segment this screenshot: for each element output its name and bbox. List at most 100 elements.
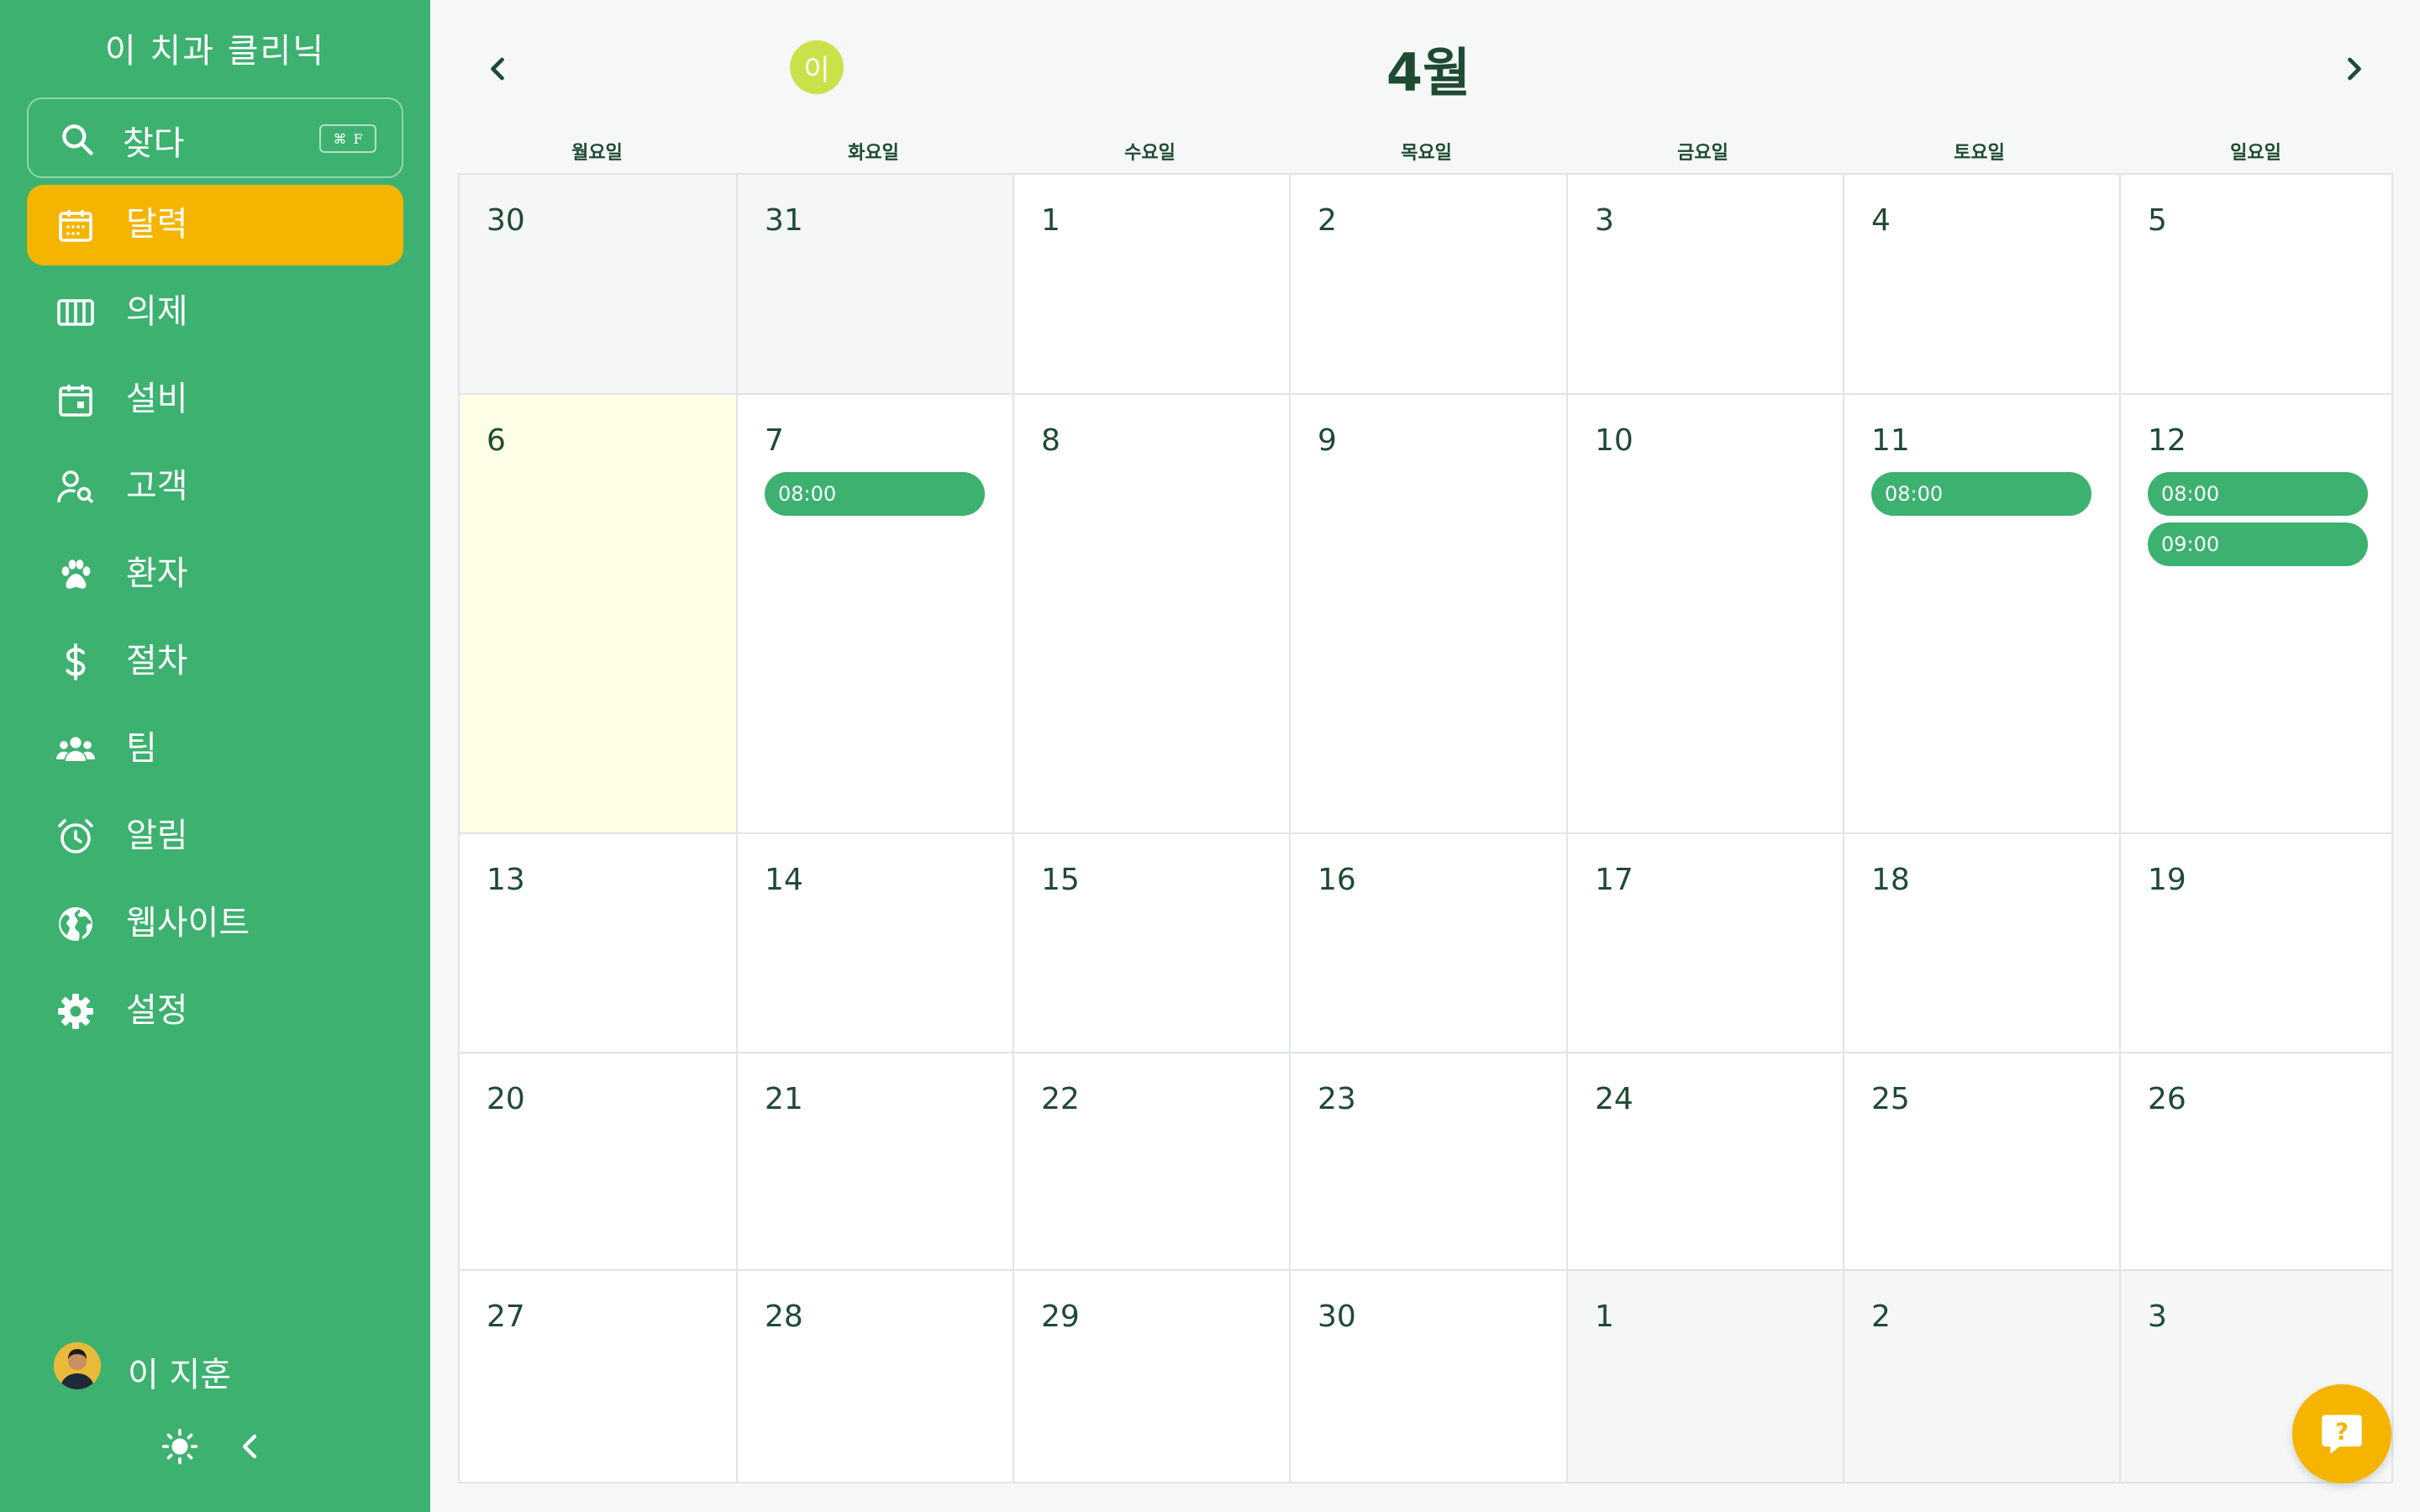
calendar-day-cell[interactable]: 2 (1844, 1271, 2121, 1483)
calendar-day-cell[interactable]: 26 (2121, 1053, 2393, 1271)
event-pill[interactable]: 08:00 (2148, 472, 2368, 516)
day-number: 13 (487, 863, 525, 897)
calendar-day-cell[interactable]: 31 (738, 175, 1014, 395)
day-number: 22 (1041, 1082, 1080, 1116)
weekday-label: 수요일 (1124, 143, 1176, 164)
event-pill[interactable]: 08:00 (765, 472, 985, 516)
search-label: 찾다 (123, 124, 185, 163)
day-number: 25 (1871, 1082, 1910, 1116)
dollar-icon (66, 643, 86, 680)
day-number: 9 (1318, 423, 1337, 458)
day-number: 28 (765, 1299, 803, 1334)
calendar-day-cell[interactable]: 15 (1014, 834, 1291, 1053)
calendar-day-cell[interactable]: 27 (460, 1271, 738, 1483)
calendar-day-cell[interactable]: 12 08:00 09:00 (2121, 395, 2393, 834)
calendar-day-cell[interactable]: 22 (1014, 1053, 1291, 1271)
calendar-day-cell[interactable]: 24 (1568, 1053, 1844, 1271)
day-number: 2 (1318, 203, 1337, 238)
calendar-day-cell[interactable]: 6 (460, 395, 738, 834)
day-number: 8 (1041, 423, 1060, 458)
prev-month-button[interactable] (479, 50, 516, 87)
day-number: 4 (1871, 203, 1891, 238)
sidebar-item-settings[interactable]: 설정 (27, 971, 403, 1052)
calendar-day-cell[interactable]: 7 08:00 (738, 395, 1014, 834)
calendar-day-cell[interactable]: 1 (1568, 1271, 1844, 1483)
sidebar-nav: 달력 의제 설비 고객 환자 절차 팀 알림 웹사이트 설정 (27, 185, 403, 1058)
event-pill[interactable]: 08:00 (1871, 472, 2091, 516)
sidebar-item-procedures[interactable]: 절차 (27, 622, 403, 702)
day-number: 12 (2148, 423, 2186, 458)
month-title: 4월 (1386, 42, 1471, 103)
sidebar-item-label: 웹사이트 (126, 904, 250, 942)
calendar-day-cell[interactable]: 2 (1291, 175, 1568, 395)
sidebar-item-label: 설정 (126, 991, 188, 1030)
avatar (54, 1342, 101, 1389)
sidebar-item-label: 의제 (126, 292, 188, 331)
day-number: 31 (765, 203, 803, 238)
day-number: 24 (1595, 1082, 1634, 1116)
sidebar-item-website[interactable]: 웹사이트 (27, 884, 403, 964)
help-button[interactable]: ? (2292, 1384, 2391, 1483)
sidebar-item-calendar[interactable]: 달력 (27, 185, 403, 265)
day-number: 6 (487, 423, 506, 458)
gear-icon (58, 994, 93, 1029)
calendar-day-cell[interactable]: 18 (1844, 834, 2121, 1053)
sidebar-item-team[interactable]: 팀 (27, 709, 403, 790)
day-number: 11 (1871, 423, 1910, 458)
day-number: 2 (1871, 1299, 1891, 1334)
sun-icon[interactable] (161, 1428, 198, 1465)
day-number: 30 (1318, 1299, 1356, 1334)
team-icon (56, 737, 95, 761)
calendar-day-cell[interactable]: 30 (460, 175, 738, 395)
sidebar-item-facilities[interactable]: 설비 (27, 360, 403, 440)
sidebar-item-agenda[interactable]: 의제 (27, 272, 403, 353)
sidebar-item-label: 고객 (126, 467, 188, 506)
clinic-name: 이 치과 클리닉 (104, 32, 326, 71)
calendar-day-cell[interactable]: 23 (1291, 1053, 1568, 1271)
calendar-day-cell[interactable]: 11 08:00 (1844, 395, 2121, 834)
sidebar-item-label: 알림 (126, 816, 188, 855)
sidebar-item-label: 절차 (126, 642, 188, 680)
calendar-day-cell[interactable]: 5 (2121, 175, 2393, 395)
day-number: 26 (2148, 1082, 2186, 1116)
calendar-day-cell[interactable]: 1 (1014, 175, 1291, 395)
sidebar-item-customers[interactable]: 고객 (27, 447, 403, 528)
event-pill[interactable]: 09:00 (2148, 522, 2368, 566)
search-button[interactable]: 찾다 ⌘ F (27, 97, 403, 178)
calendar-day-cell[interactable]: 4 (1844, 175, 2121, 395)
user-search-icon (57, 470, 94, 504)
calendar-day-cell[interactable]: 28 (738, 1271, 1014, 1483)
calendar-day-cell[interactable]: 19 (2121, 834, 2393, 1053)
calendar-day-cell[interactable]: 17 (1568, 834, 1844, 1053)
day-number: 29 (1041, 1299, 1080, 1334)
today-badge[interactable]: 이 (790, 40, 844, 94)
day-number: 15 (1041, 863, 1080, 897)
next-month-button[interactable] (2336, 50, 2373, 87)
weekday-label: 목요일 (1401, 143, 1452, 164)
calendar-day-cell[interactable]: 21 (738, 1053, 1014, 1271)
calendar-day-cell[interactable]: 10 (1568, 395, 1844, 834)
calendar-day-cell[interactable]: 16 (1291, 834, 1568, 1053)
calendar-day-icon (59, 385, 92, 417)
sidebar-item-notifications[interactable]: 알림 (27, 796, 403, 877)
calendar-day-cell[interactable]: 9 (1291, 395, 1568, 834)
calendar-day-cell[interactable]: 29 (1014, 1271, 1291, 1483)
weekday-label: 월요일 (571, 143, 623, 164)
paw-icon (61, 559, 91, 589)
sidebar-item-label: 설비 (126, 380, 188, 418)
calendar-day-cell[interactable]: 13 (460, 834, 738, 1053)
weekday-header: 월요일 화요일 수요일 목요일 금요일 토요일 일요일 (459, 138, 2393, 171)
day-number: 3 (1595, 203, 1614, 238)
calendar-day-cell[interactable]: 3 (1568, 175, 1844, 395)
day-number: 1 (1041, 203, 1060, 238)
calendar-day-cell[interactable]: 20 (460, 1053, 738, 1271)
calendar-icon (59, 210, 92, 242)
calendar-day-cell[interactable]: 30 (1291, 1271, 1568, 1483)
calendar-day-cell[interactable]: 25 (1844, 1053, 2121, 1271)
alarm-clock-icon (58, 819, 93, 853)
day-number: 10 (1595, 423, 1634, 458)
calendar-day-cell[interactable]: 8 (1014, 395, 1291, 834)
collapse-sidebar-icon[interactable] (237, 1430, 262, 1463)
sidebar-item-patients[interactable]: 환자 (27, 534, 403, 615)
calendar-day-cell[interactable]: 14 (738, 834, 1014, 1053)
